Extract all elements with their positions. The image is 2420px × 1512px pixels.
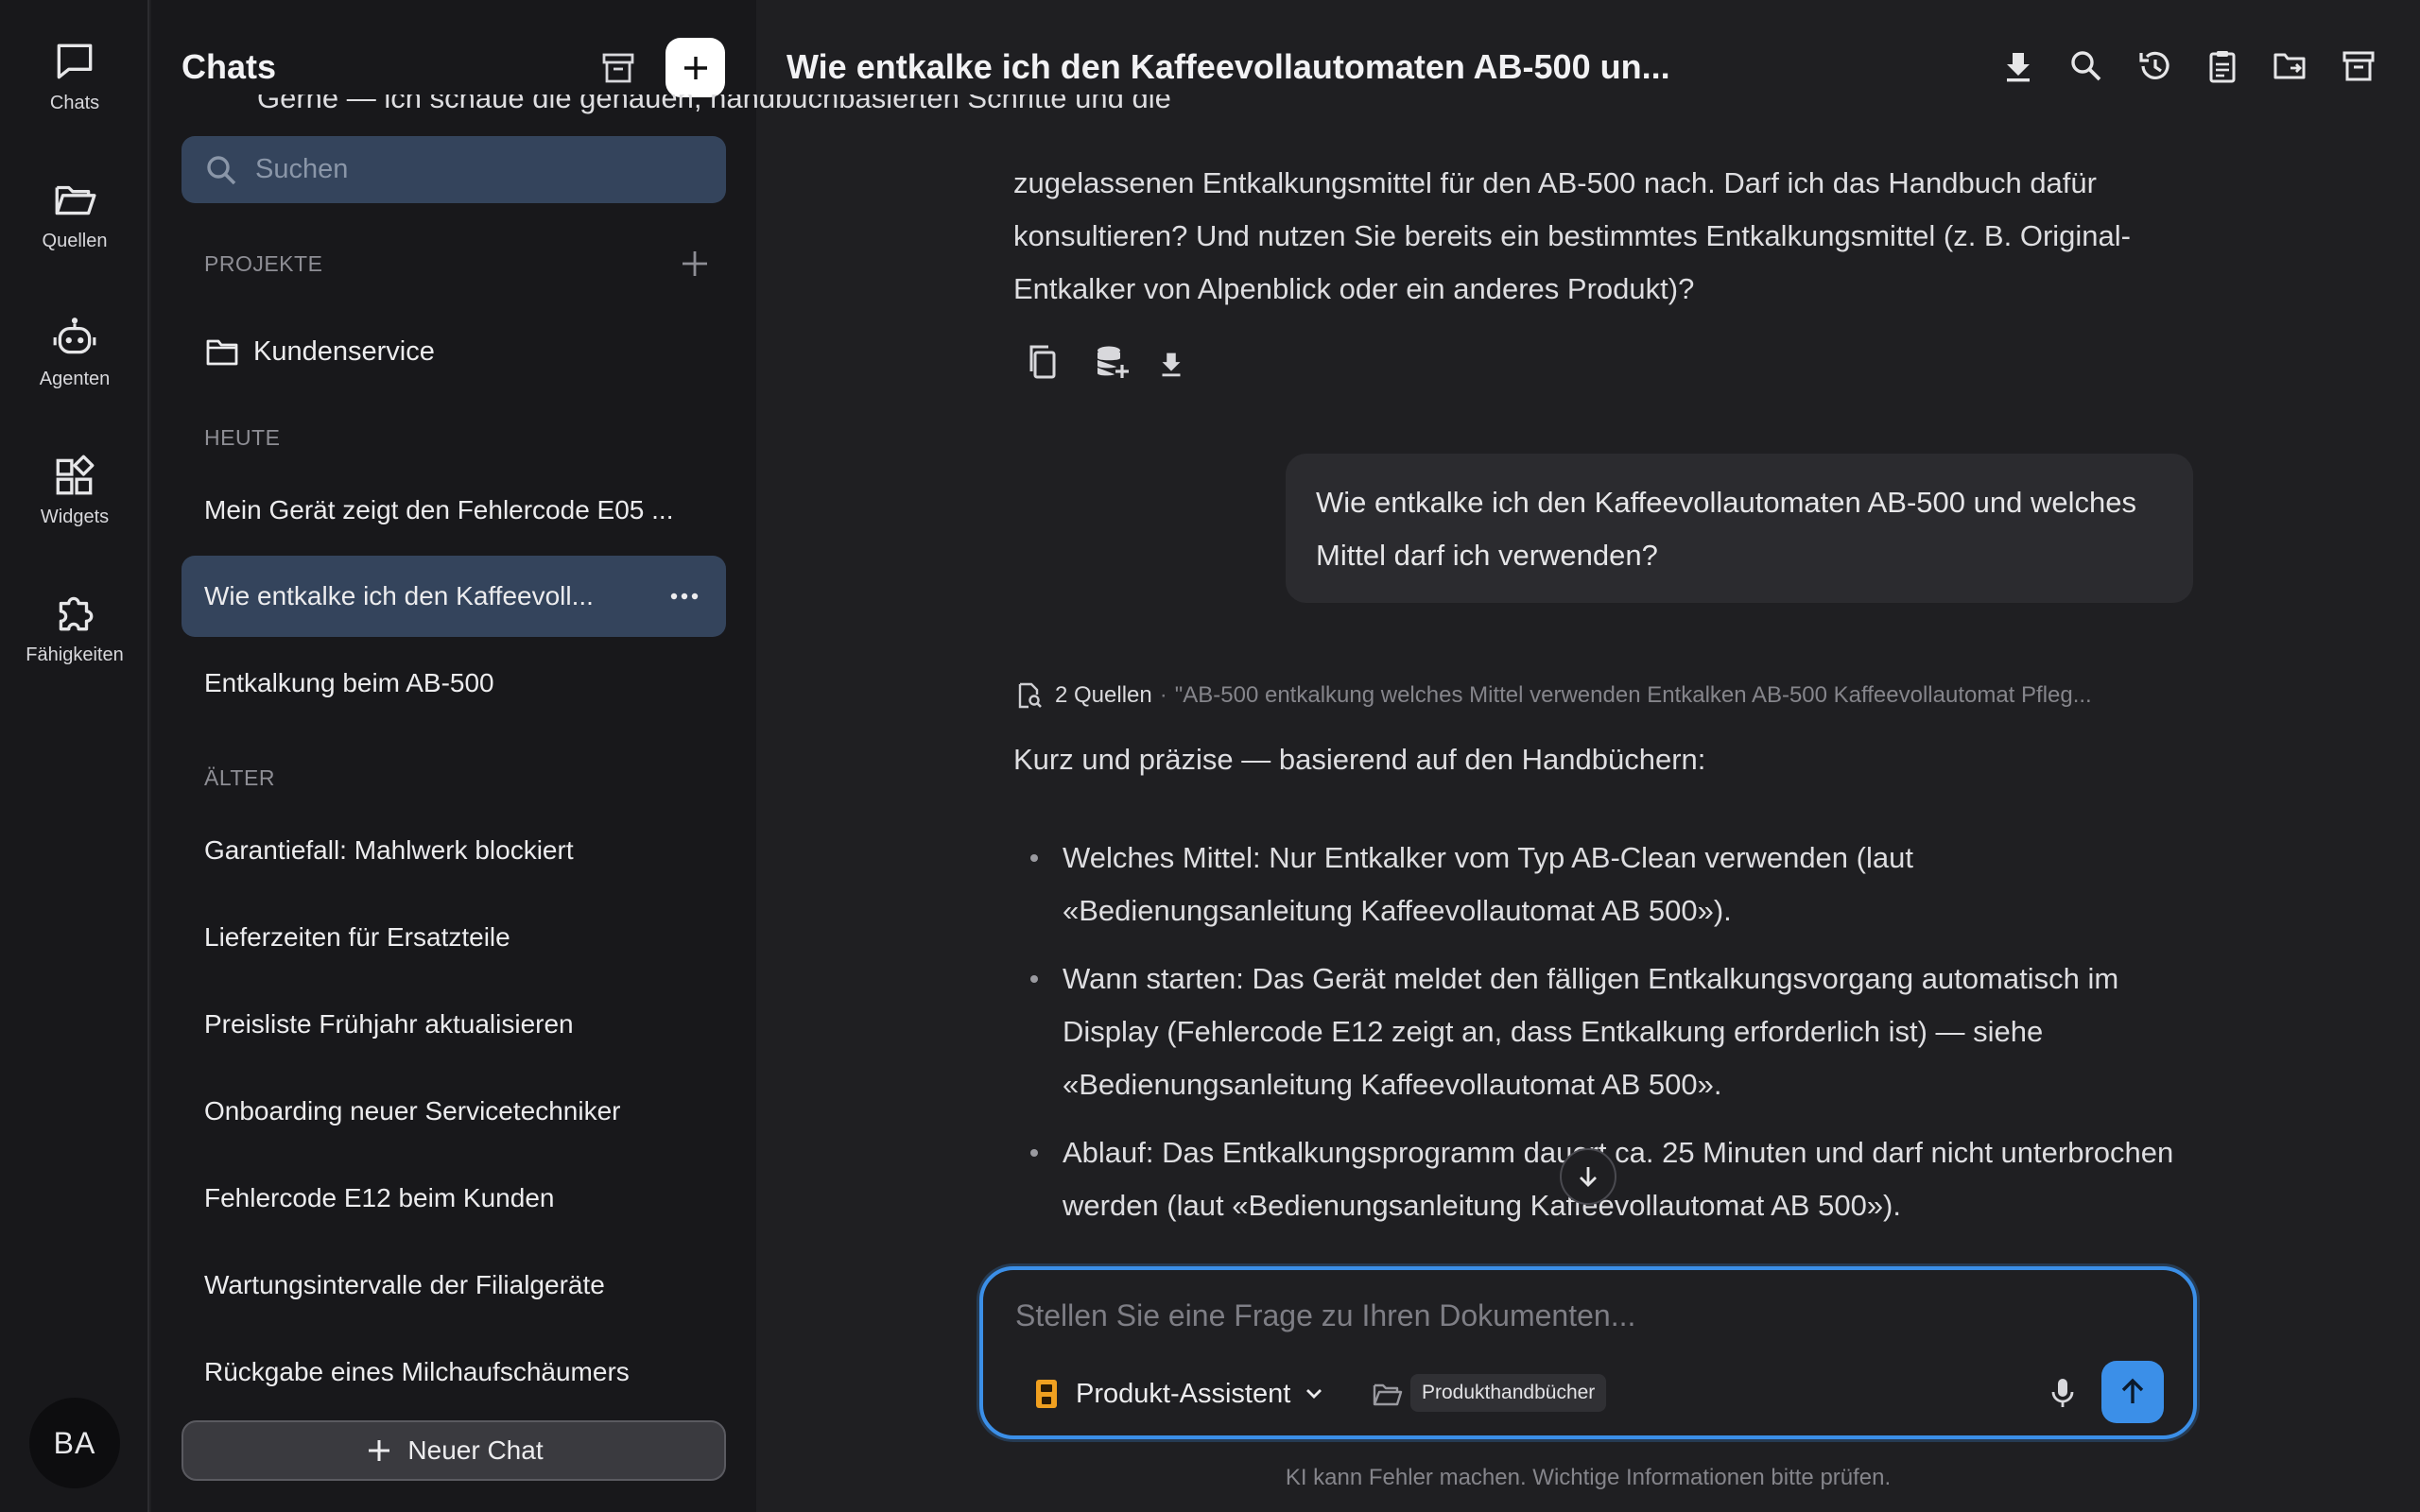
more-options-icon[interactable] xyxy=(669,584,700,609)
chat-item[interactable]: Onboarding neuer Servicetechniker xyxy=(182,1071,726,1152)
rail-item-chats[interactable]: Chats xyxy=(0,38,149,142)
projects-label: PROJEKTE xyxy=(204,251,323,276)
search-icon[interactable] xyxy=(2067,47,2105,85)
new-chat-button[interactable]: Neuer Chat xyxy=(182,1420,726,1481)
answer-bullet: Welches Mittel: Nur Entkalker vom Typ AB… xyxy=(1013,832,2204,937)
clipboard-icon[interactable] xyxy=(2204,47,2241,85)
rail-label-widgets: Widgets xyxy=(40,507,110,527)
chat-item-active[interactable]: Wie entkalke ich den Kaffeevoll... xyxy=(182,556,726,637)
search-input[interactable] xyxy=(255,154,671,185)
chat-item[interactable]: Mein Gerät zeigt den Fehlercode E05 ... xyxy=(182,470,726,551)
rail-label-agenten: Agenten xyxy=(39,369,111,389)
answer-list: Welches Mittel: Nur Entkalker vom Typ AB… xyxy=(1013,832,2204,1262)
arrow-down-icon xyxy=(1580,1167,1597,1187)
knowledge-base-chip[interactable]: Produkthandbücher xyxy=(1410,1374,1607,1412)
folder-open-icon xyxy=(55,185,96,215)
new-chat-plus-button[interactable] xyxy=(666,38,725,97)
new-chat-label: Neuer Chat xyxy=(407,1435,544,1465)
puzzle-icon xyxy=(59,596,94,631)
microphone-icon[interactable] xyxy=(2044,1374,2082,1412)
user-message-bubble: Wie entkalke ich den Kaffeevollautomaten… xyxy=(1286,454,2193,603)
assistant-message-text: zugelassenen Entkalkungsmittel für den A… xyxy=(1013,166,2131,305)
save-to-database-icon[interactable] xyxy=(1092,342,1132,382)
chat-item[interactable]: Lieferzeiten für Ersatzteile xyxy=(182,897,726,978)
sidebar-title: Chats xyxy=(182,47,277,86)
send-button[interactable] xyxy=(2101,1361,2164,1423)
download-icon[interactable] xyxy=(1999,47,2037,85)
folder-open-icon xyxy=(1373,1383,1403,1406)
assistant-message-first-line: Gerne — ich schaue die genauen, handbuch… xyxy=(257,94,1171,114)
document-search-icon xyxy=(1018,682,1042,709)
chat-bubble-icon xyxy=(57,43,93,79)
rail-label-faehigkeiten: Fähigkeiten xyxy=(26,644,124,665)
rail-item-widgets[interactable]: Widgets xyxy=(0,452,149,556)
answer-intro: Kurz und präzise — basierend auf den Han… xyxy=(1013,743,1706,776)
search-icon xyxy=(207,155,236,184)
today-label: HEUTE xyxy=(204,425,281,450)
message-input[interactable] xyxy=(1015,1298,2150,1346)
scroll-to-bottom-button[interactable] xyxy=(1560,1148,1616,1205)
chats-sidebar: Chats PROJEKTE Kundenservice HEUTE Mein … xyxy=(151,0,756,1512)
rail-item-quellen[interactable]: Quellen xyxy=(0,176,149,280)
chat-item[interactable]: Garantiefall: Mahlwerk blockiert xyxy=(182,810,726,891)
older-label: ÄLTER xyxy=(204,765,275,790)
ai-disclaimer: KI kann Fehler machen. Wichtige Informat… xyxy=(1285,1465,1892,1490)
coffee-machine-icon xyxy=(1036,1380,1057,1408)
chat-item[interactable]: Wartungsintervalle der Filialgeräte xyxy=(182,1245,726,1326)
sources-separator: · xyxy=(1159,682,1167,708)
agent-selector[interactable]: Produkt-Assistent xyxy=(1032,1373,1326,1415)
rail-item-agenten[interactable]: Agenten xyxy=(0,314,149,418)
chevron-down-icon xyxy=(1306,1389,1322,1399)
chat-item[interactable]: Rückgabe eines Milchaufschäumers xyxy=(182,1332,726,1413)
folder-icon xyxy=(206,339,238,366)
project-item-kundenservice[interactable]: Kundenservice xyxy=(204,331,435,372)
sources-line[interactable]: 2 Quellen · "AB-500 entkalkung welches M… xyxy=(1015,679,2169,713)
answer-bullet: Wann starten: Das Gerät meldet den fälli… xyxy=(1013,953,2204,1111)
chat-item[interactable]: Preisliste Frühjahr aktualisieren xyxy=(182,984,726,1065)
widgets-icon xyxy=(56,455,95,495)
rail-label-chats: Chats xyxy=(49,93,100,113)
assistant-message-partial: Gerne — ich schaue die genauen, handbuch… xyxy=(257,94,1448,132)
sources-query: "AB-500 entkalkung welches Mittel verwen… xyxy=(1174,682,2092,708)
add-project-icon[interactable] xyxy=(679,248,711,280)
move-to-folder-icon[interactable] xyxy=(2272,47,2309,85)
project-name: Kundenservice xyxy=(253,335,435,367)
copy-icon[interactable] xyxy=(1023,342,1063,382)
robot-icon xyxy=(53,318,96,354)
nav-rail: Chats Quellen Agenten Widgets Fähigkeite… xyxy=(0,0,149,1512)
message-composer: Produkt-Assistent Produkthandbücher xyxy=(979,1266,2197,1439)
rail-label-quellen: Quellen xyxy=(42,231,108,251)
agent-name: Produkt-Assistent xyxy=(1076,1378,1291,1409)
chat-title: Wie entkalke ich den Kaffeevollautomaten… xyxy=(786,47,1670,86)
user-avatar[interactable]: BA xyxy=(29,1398,120,1488)
chat-item[interactable]: Entkalkung beim AB-500 xyxy=(182,643,726,724)
search-box[interactable] xyxy=(182,136,726,203)
chat-item-title: Wie entkalke ich den Kaffeevoll... xyxy=(204,581,594,610)
arrow-up-icon xyxy=(2121,1378,2144,1403)
history-icon[interactable] xyxy=(2135,47,2173,85)
plus-icon xyxy=(369,1440,390,1461)
sources-count: 2 Quellen xyxy=(1055,682,1152,708)
download-icon[interactable] xyxy=(1153,346,1189,382)
plus-icon xyxy=(683,56,707,79)
chat-item[interactable]: Fehlercode E12 beim Kunden xyxy=(182,1158,726,1239)
archive-icon[interactable] xyxy=(599,49,637,87)
rail-item-faehigkeiten[interactable]: Fähigkeiten xyxy=(0,590,149,694)
archive-icon[interactable] xyxy=(2340,47,2377,85)
